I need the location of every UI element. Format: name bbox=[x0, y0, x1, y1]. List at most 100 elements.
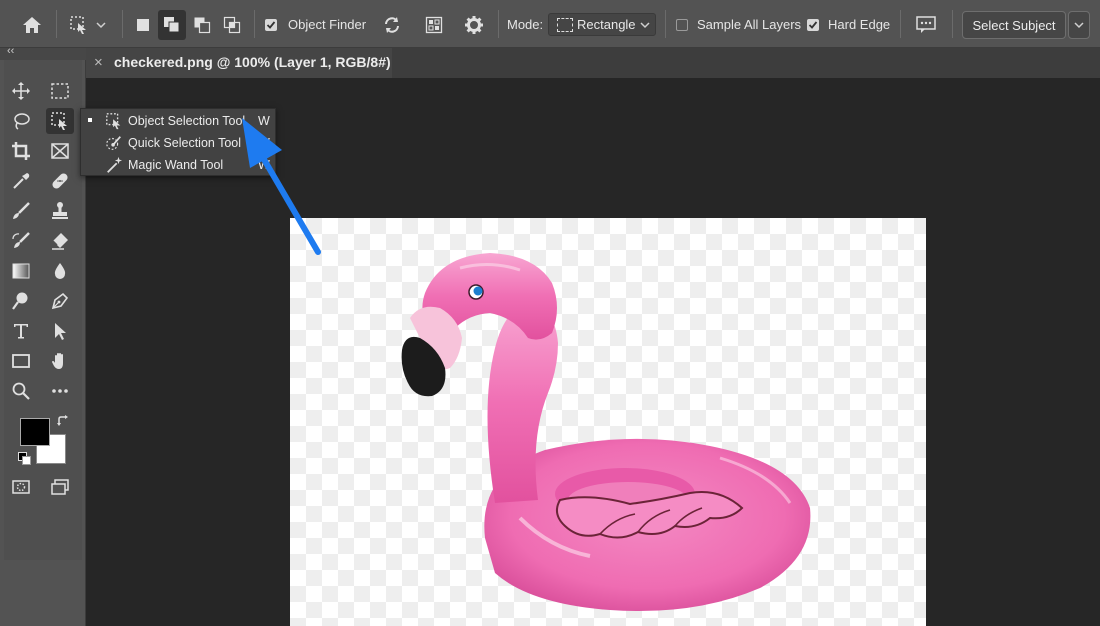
chevron-down-icon bbox=[96, 22, 106, 29]
quick-mask-button[interactable] bbox=[7, 474, 35, 500]
swap-colors-button[interactable] bbox=[56, 414, 70, 428]
object-selection-tool[interactable] bbox=[46, 108, 74, 134]
object-selection-icon bbox=[106, 113, 121, 130]
zoom-tool[interactable] bbox=[7, 378, 35, 404]
tools-panel bbox=[4, 60, 82, 560]
mode-value: Rectangle bbox=[577, 17, 636, 32]
intersect-selection-button[interactable] bbox=[218, 12, 246, 38]
feedback-icon bbox=[916, 16, 936, 33]
select-subject-dropdown-button[interactable] bbox=[1068, 11, 1090, 39]
sample-all-layers-label: Sample All Layers bbox=[697, 17, 802, 32]
selection-tools-flyout: Object Selection Tool W Quick Selection … bbox=[80, 108, 276, 176]
rectangle-tool[interactable] bbox=[7, 348, 35, 374]
tool-preset-picker[interactable] bbox=[64, 12, 112, 38]
swap-arrow-icon bbox=[57, 415, 68, 426]
lasso-icon bbox=[14, 113, 30, 130]
active-tool-marker bbox=[88, 118, 92, 122]
default-colors-button[interactable] bbox=[18, 452, 32, 466]
document-tab[interactable]: × checkered.png @ 100% (Layer 1, RGB/8#) bbox=[86, 48, 392, 78]
hand-tool[interactable] bbox=[46, 348, 74, 374]
flyout-item-magic-wand[interactable]: Magic Wand Tool W bbox=[81, 154, 275, 176]
move-icon bbox=[12, 82, 30, 100]
pen-tool[interactable] bbox=[46, 288, 74, 314]
eraser-icon bbox=[52, 233, 68, 250]
move-tool[interactable] bbox=[7, 78, 35, 104]
hard-edge-checkbox[interactable] bbox=[806, 18, 820, 32]
dodge-tool[interactable] bbox=[7, 288, 35, 314]
checkmark-icon bbox=[265, 19, 277, 31]
more-dots-icon bbox=[52, 389, 68, 393]
spot-healing-brush-tool[interactable] bbox=[46, 168, 74, 194]
flyout-item-quick-selection[interactable]: Quick Selection Tool W bbox=[81, 132, 275, 154]
frame-icon bbox=[51, 143, 69, 159]
flyout-item-shortcut: W bbox=[258, 114, 270, 128]
screen-mode-icon bbox=[51, 479, 69, 495]
select-subject-button[interactable]: Select Subject bbox=[962, 11, 1066, 39]
eyedropper-tool[interactable] bbox=[7, 168, 35, 194]
refresh-object-finder-button[interactable] bbox=[378, 12, 406, 38]
divider bbox=[900, 10, 901, 38]
flyout-item-label: Quick Selection Tool bbox=[128, 136, 242, 150]
type-icon bbox=[14, 324, 28, 339]
crop-tool[interactable] bbox=[7, 138, 35, 164]
mode-dropdown[interactable]: Rectangle bbox=[548, 13, 656, 36]
new-selection-icon bbox=[137, 19, 149, 31]
feedback-button[interactable] bbox=[910, 12, 942, 38]
magic-wand-icon bbox=[107, 156, 123, 173]
lasso-tool[interactable] bbox=[7, 108, 35, 134]
history-brush-tool[interactable] bbox=[7, 228, 35, 254]
subtract-from-selection-icon bbox=[194, 17, 211, 34]
object-finder-checkbox[interactable] bbox=[264, 18, 278, 32]
blur-tool[interactable] bbox=[46, 258, 74, 284]
rectangular-marquee-icon bbox=[51, 83, 69, 99]
checkbox-empty-icon bbox=[676, 19, 688, 31]
subtract-from-selection-button[interactable] bbox=[188, 12, 216, 38]
options-bar: Object Finder Mode: Rectangle Sample All… bbox=[0, 0, 1100, 48]
collapse-toolbar-button[interactable]: ‹‹ bbox=[7, 45, 14, 57]
divider bbox=[952, 10, 953, 38]
gear-icon bbox=[465, 16, 483, 34]
path-selection-tool[interactable] bbox=[46, 318, 74, 344]
flyout-item-shortcut: W bbox=[258, 136, 270, 150]
history-brush-icon bbox=[12, 232, 30, 248]
pen-icon bbox=[51, 292, 69, 310]
rectangular-marquee-tool[interactable] bbox=[46, 78, 74, 104]
crop-icon bbox=[12, 142, 30, 160]
object-finder-settings-button[interactable] bbox=[460, 12, 488, 38]
brush-tool[interactable] bbox=[7, 198, 35, 224]
add-to-selection-button[interactable] bbox=[158, 10, 186, 40]
chevron-down-icon bbox=[640, 22, 650, 29]
chevron-down-icon bbox=[1074, 22, 1084, 29]
arrow-pointer-icon bbox=[55, 323, 66, 340]
toolbar: ‹‹ bbox=[0, 45, 86, 626]
flyout-item-shortcut: W bbox=[258, 158, 270, 172]
object-selection-icon bbox=[70, 16, 86, 34]
eraser-tool[interactable] bbox=[46, 228, 74, 254]
show-all-objects-icon bbox=[425, 16, 443, 34]
sample-all-layers-checkbox[interactable] bbox=[675, 18, 689, 32]
new-selection-button[interactable] bbox=[130, 12, 156, 38]
quick-mask-icon bbox=[12, 480, 30, 494]
object-selection-icon bbox=[51, 112, 67, 130]
intersect-selection-icon bbox=[223, 16, 241, 34]
type-tool[interactable] bbox=[7, 318, 35, 344]
screen-mode-button[interactable] bbox=[46, 474, 74, 500]
gradient-tool[interactable] bbox=[7, 258, 35, 284]
magnifier-icon bbox=[12, 382, 30, 400]
flyout-item-label: Object Selection Tool bbox=[128, 114, 246, 128]
flyout-item-label: Magic Wand Tool bbox=[128, 158, 224, 172]
close-tab-button[interactable]: × bbox=[94, 54, 103, 71]
show-all-objects-button[interactable] bbox=[420, 12, 448, 38]
divider bbox=[254, 10, 255, 38]
clone-stamp-tool[interactable] bbox=[46, 198, 74, 224]
foreground-color-swatch[interactable] bbox=[20, 418, 50, 446]
edit-toolbar-button[interactable] bbox=[46, 378, 74, 404]
document-canvas[interactable] bbox=[290, 218, 926, 626]
frame-tool[interactable] bbox=[46, 138, 74, 164]
flyout-item-object-selection[interactable]: Object Selection Tool W bbox=[81, 110, 275, 132]
eyedropper-icon bbox=[13, 173, 30, 189]
dodge-icon bbox=[12, 292, 28, 310]
divider bbox=[56, 10, 57, 38]
mode-label: Mode: bbox=[507, 17, 544, 32]
home-button[interactable] bbox=[16, 12, 48, 38]
